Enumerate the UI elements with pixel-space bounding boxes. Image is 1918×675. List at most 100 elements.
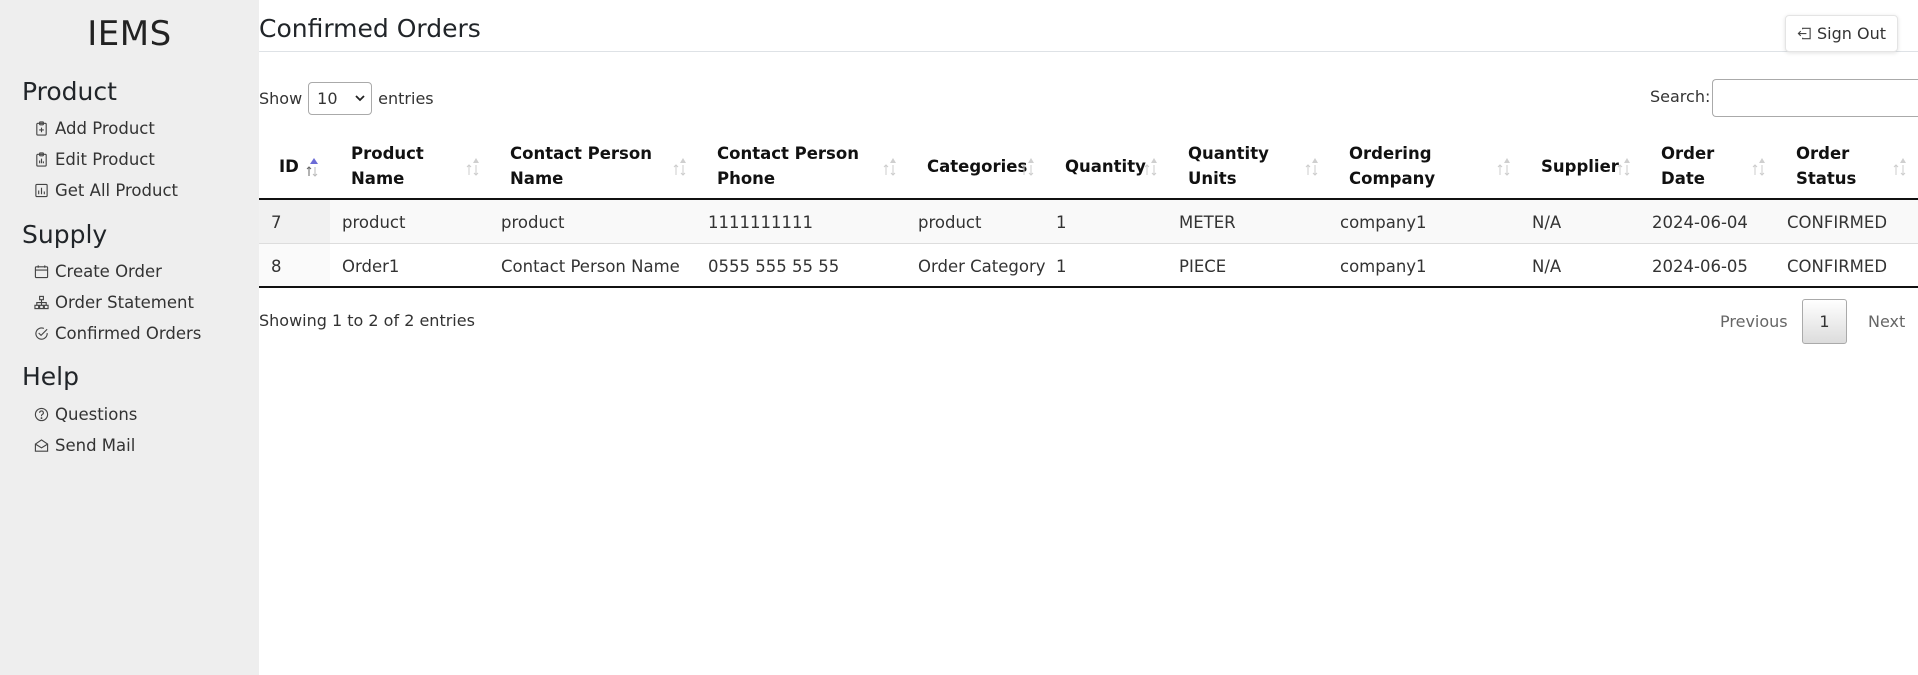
entries-select[interactable]: 10 <box>308 81 373 115</box>
column-header-label: ID <box>279 156 299 176</box>
column-header-label: Date <box>1661 169 1705 188</box>
sidebar-item-send-mail[interactable]: Send Mail <box>34 433 135 457</box>
check-circle-icon <box>35 326 48 340</box>
sort-icon <box>1752 158 1765 176</box>
column-header-order-date[interactable]: Order Date <box>1661 137 1714 195</box>
column-header-supplier[interactable]: Supplier <box>1541 137 1619 195</box>
cell-contact-person-phone: 1111111111 <box>708 212 813 232</box>
sidebar-item-label: Order Statement <box>55 292 194 312</box>
sidebar-item-label: Get All Product <box>55 180 179 200</box>
sort-icon <box>883 158 896 176</box>
column-header-categories[interactable]: Categories <box>927 137 1027 195</box>
column-header-contact-person-name[interactable]: Contact Person Name <box>510 137 652 195</box>
sidebar: IEMS Product Add Product Edit Product Ge… <box>0 0 259 675</box>
sort-icon <box>1021 158 1034 176</box>
sidebar-item-order-statement[interactable]: Order Statement <box>34 290 194 314</box>
section-title-product: Product <box>22 77 117 106</box>
column-header-label: Company <box>1349 169 1436 188</box>
cell-quantity-units: METER <box>1179 212 1236 232</box>
column-header-label: Contact Person <box>510 144 652 163</box>
column-header-label: Units <box>1188 169 1237 188</box>
column-header-label: Supplier <box>1541 156 1619 176</box>
sidebar-item-get-all-product[interactable]: Get All Product <box>34 178 178 202</box>
cell-order-status: CONFIRMED <box>1787 212 1888 232</box>
sort-icon <box>1497 158 1510 176</box>
sidebar-item-questions[interactable]: Questions <box>34 402 137 426</box>
sign-out-label: Sign Out <box>1817 24 1886 43</box>
sort-icon <box>1893 158 1906 176</box>
page-title: Confirmed Orders <box>259 14 481 43</box>
cell-contact-person-name: product <box>501 212 565 232</box>
column-header-label: Categories <box>927 156 1028 176</box>
calendar-icon <box>34 264 49 278</box>
box-arrow-left-icon <box>1797 27 1811 40</box>
column-header-label: Product <box>351 144 424 163</box>
search-label: Search: <box>1650 87 1711 106</box>
cell-ordering-company: company1 <box>1340 256 1427 276</box>
column-header-label: Order <box>1661 144 1715 163</box>
cell-contact-person-name: Contact Person Name <box>501 256 680 276</box>
chevron-down-icon <box>355 95 365 102</box>
sidebar-item-label: Questions <box>55 404 138 424</box>
table-row[interactable]: 8 Order1 Contact Person Name 0555 555 55… <box>259 244 1918 288</box>
cell-id: 8 <box>271 256 282 276</box>
sign-out-button[interactable]: Sign Out <box>1785 15 1898 52</box>
column-header-label: Order <box>1796 144 1850 163</box>
cell-quantity-units: PIECE <box>1179 256 1227 276</box>
cell-product-name: product <box>342 212 406 232</box>
cell-categories: product <box>918 212 982 232</box>
entries-label: entries <box>378 88 434 108</box>
bar-chart-icon <box>35 183 48 197</box>
sort-icon <box>466 158 479 176</box>
sidebar-item-create-order[interactable]: Create Order <box>34 259 162 283</box>
search-input[interactable] <box>1712 79 1918 117</box>
column-header-quantity[interactable]: Quantity <box>1065 137 1146 195</box>
brand-title: IEMS <box>87 14 172 54</box>
entries-select-value: 10 <box>317 88 338 108</box>
length-control: Show 10 entries <box>259 81 434 115</box>
previous-button[interactable]: Previous <box>1720 300 1788 343</box>
column-header-label: Name <box>510 169 564 188</box>
column-header-label: Quantity <box>1188 144 1269 163</box>
column-header-label: Quantity <box>1065 156 1146 176</box>
column-header-label: Phone <box>717 169 776 188</box>
table-row[interactable]: 7 product product 1111111111 product 1 M… <box>259 200 1918 244</box>
cell-ordering-company: company1 <box>1340 212 1427 232</box>
sidebar-item-add-product[interactable]: Add Product <box>34 116 155 140</box>
column-header-order-status[interactable]: Order Status <box>1796 137 1856 195</box>
cell-order-date: 2024-06-04 <box>1652 212 1748 232</box>
cell-order-status: CONFIRMED <box>1787 256 1888 276</box>
section-title-supply: Supply <box>22 220 108 249</box>
cell-supplier: N/A <box>1532 256 1562 276</box>
cell-quantity: 1 <box>1056 256 1067 276</box>
table-header: ID Product Name Contact Person Name Contac… <box>259 131 1918 200</box>
column-header-quantity-units[interactable]: Quantity Units <box>1188 137 1269 195</box>
title-divider <box>259 51 1918 52</box>
next-button[interactable]: Next <box>1868 300 1905 343</box>
cell-categories: Order Category <box>918 256 1046 276</box>
cell-quantity: 1 <box>1056 212 1067 232</box>
column-header-id[interactable]: ID <box>279 137 299 195</box>
sidebar-item-confirmed-orders[interactable]: Confirmed Orders <box>34 321 201 345</box>
sidebar-item-label: Edit Product <box>55 149 155 169</box>
cell-product-name: Order1 <box>342 256 400 276</box>
sorted-column-cell <box>259 244 330 286</box>
sort-icon <box>1617 158 1630 176</box>
section-title-help: Help <box>22 362 79 391</box>
page-button-1[interactable]: 1 <box>1802 299 1847 344</box>
sidebar-item-label: Add Product <box>55 118 155 138</box>
diagram-icon <box>34 295 49 309</box>
table-info: Showing 1 to 2 of 2 entries <box>259 311 475 330</box>
column-header-contact-person-phone[interactable]: Contact Person Phone <box>717 137 859 195</box>
sort-ascending-icon <box>306 158 318 177</box>
sort-icon <box>1144 158 1157 176</box>
sorted-column-cell <box>259 200 330 243</box>
cell-supplier: N/A <box>1532 212 1562 232</box>
column-header-label: Status <box>1796 169 1857 188</box>
cell-order-date: 2024-06-05 <box>1652 256 1748 276</box>
sidebar-item-edit-product[interactable]: Edit Product <box>34 147 155 171</box>
column-header-ordering-company[interactable]: Ordering Company <box>1349 137 1435 195</box>
envelope-open-icon <box>34 438 49 452</box>
column-header-product-name[interactable]: Product Name <box>351 137 424 195</box>
column-header-label: Name <box>351 169 405 188</box>
